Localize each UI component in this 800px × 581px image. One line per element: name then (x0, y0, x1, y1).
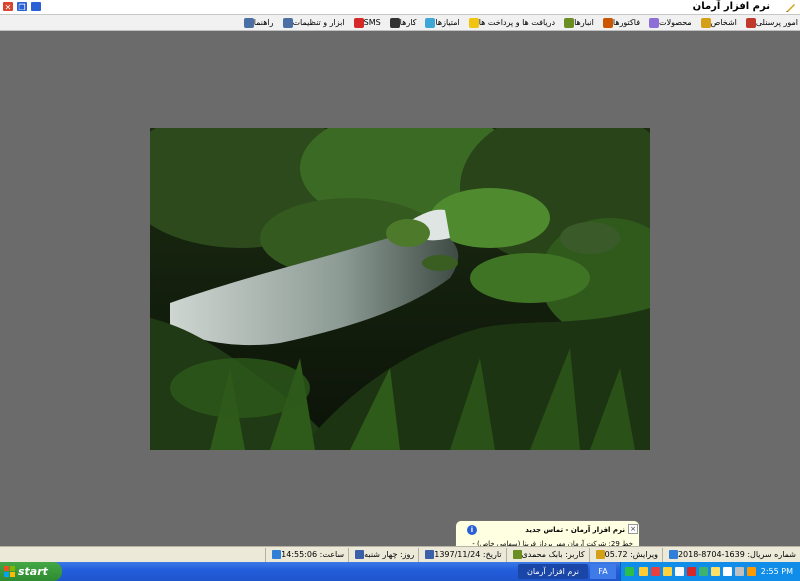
day-icon (355, 550, 365, 559)
payments-icon (468, 17, 479, 28)
status-item-label: ساعت: 14:55:06 (281, 550, 345, 559)
wallpaper-image (150, 128, 650, 450)
people-icon (700, 17, 711, 28)
menu-item-label: فاکتورها (612, 18, 641, 27)
tools-icon (282, 17, 293, 28)
menu-item-label: امتیازها (435, 18, 460, 27)
windows-logo-icon (4, 566, 15, 577)
menu-item[interactable]: اشخاص (698, 17, 737, 28)
products-icon (649, 17, 660, 28)
calendar-icon (425, 550, 435, 559)
taskbar-clock: 2:55 PM (760, 567, 793, 576)
security-tray-icon[interactable] (687, 567, 696, 576)
menu-item[interactable]: دریافت ها و پرداخت ها (466, 17, 556, 28)
menu-item-label: SMS (363, 18, 381, 27)
menu-item[interactable]: امور پرسنلی (743, 17, 798, 28)
tasks-icon (389, 17, 400, 28)
menu-item-label: امور پرسنلی (755, 18, 798, 27)
close-icon[interactable]: ✕ (2, 1, 14, 12)
system-tray: 2:55 PM (620, 562, 800, 581)
menu-item-label: دریافت ها و پرداخت ها (478, 18, 556, 27)
notification-title: نرم افزار آرمان - تماس جدید (525, 526, 625, 534)
app-icon (786, 4, 795, 12)
language-indicator[interactable]: FA (590, 564, 616, 579)
help-icon (243, 17, 254, 28)
monitor-tray-icon[interactable] (711, 567, 720, 576)
status-bar: شماره سریال: 1639-8704-2018 ویرایش: 05.72… (0, 546, 800, 562)
status-item-label: شماره سریال: 1639-8704-2018 (677, 550, 796, 559)
info-icon: i (467, 525, 477, 535)
title-bar: ✕ ❐ _ نرم افزار آرمان (0, 0, 800, 15)
taskbar: start نرم افزار آرمان FA 2:55 PM (0, 562, 800, 581)
menu-item-label: کارها (399, 18, 417, 27)
menu-item[interactable]: ابزار و تنظیمات (280, 17, 345, 28)
volume-tray-icon[interactable] (699, 567, 708, 576)
menu-item-label: انبارها (574, 18, 594, 27)
serial-icon (668, 550, 678, 559)
phone-tray-icon[interactable] (625, 567, 634, 576)
minimize-icon[interactable]: _ (30, 1, 42, 12)
version-icon (595, 550, 605, 559)
display-tray-icon[interactable] (723, 567, 732, 576)
user-icon (512, 550, 522, 559)
menu-item[interactable]: امتیازها (422, 17, 460, 28)
taskbar-app-button[interactable]: نرم افزار آرمان (518, 564, 588, 579)
menu-item-label: محصولات (659, 18, 692, 27)
menu-item-label: راهنما (253, 18, 274, 27)
points-icon (425, 17, 436, 28)
status-item: تاریخ: 1397/11/24 (418, 547, 505, 562)
start-label: start (18, 565, 48, 578)
menu-item-label: ابزار و تنظیمات (292, 18, 345, 27)
menu-item[interactable]: فاکتورها (600, 17, 641, 28)
invoices-icon (602, 17, 613, 28)
warehouse-icon (564, 17, 575, 28)
status-item: شماره سریال: 1639-8704-2018 (661, 547, 800, 562)
menu-item[interactable]: راهنما (241, 17, 274, 28)
usb-tray-icon[interactable] (735, 567, 744, 576)
chat-tray-icon[interactable] (675, 567, 684, 576)
menu-item[interactable]: SMS (351, 17, 381, 28)
status-item-label: ویرایش: 05.72 (604, 550, 658, 559)
network-tray-icon[interactable] (639, 567, 648, 576)
shield-tray-icon[interactable] (747, 567, 756, 576)
window-title: نرم افزار آرمان (692, 1, 770, 12)
menu-item[interactable]: انبارها (561, 17, 594, 28)
restore-icon[interactable]: ❐ (16, 1, 28, 12)
start-button[interactable]: start (0, 562, 62, 581)
status-item: روز: چهار شنبه (348, 547, 418, 562)
status-item: کاربر: بابک محمدی (505, 547, 589, 562)
menu-item[interactable]: کارها (387, 17, 417, 28)
status-item-label: کاربر: بابک محمدی (521, 550, 585, 559)
personnel-icon (745, 17, 756, 28)
menu-item[interactable]: محصولات (646, 17, 692, 28)
status-item: ساعت: 14:55:06 (265, 547, 348, 562)
menu-bar: امور پرسنلی اشخاص محصولات فاکتورها انبارها در… (0, 15, 800, 31)
menu-item-label: اشخاص (710, 18, 737, 27)
update-tray-icon[interactable] (663, 567, 672, 576)
antivirus-tray-icon[interactable] (651, 567, 660, 576)
clock-status-icon (272, 550, 282, 559)
status-item: ویرایش: 05.72 (588, 547, 662, 562)
close-icon[interactable]: × (628, 524, 638, 534)
status-item-label: روز: چهار شنبه (364, 550, 415, 559)
sms-icon (353, 17, 364, 28)
status-item-label: تاریخ: 1397/11/24 (434, 550, 502, 559)
